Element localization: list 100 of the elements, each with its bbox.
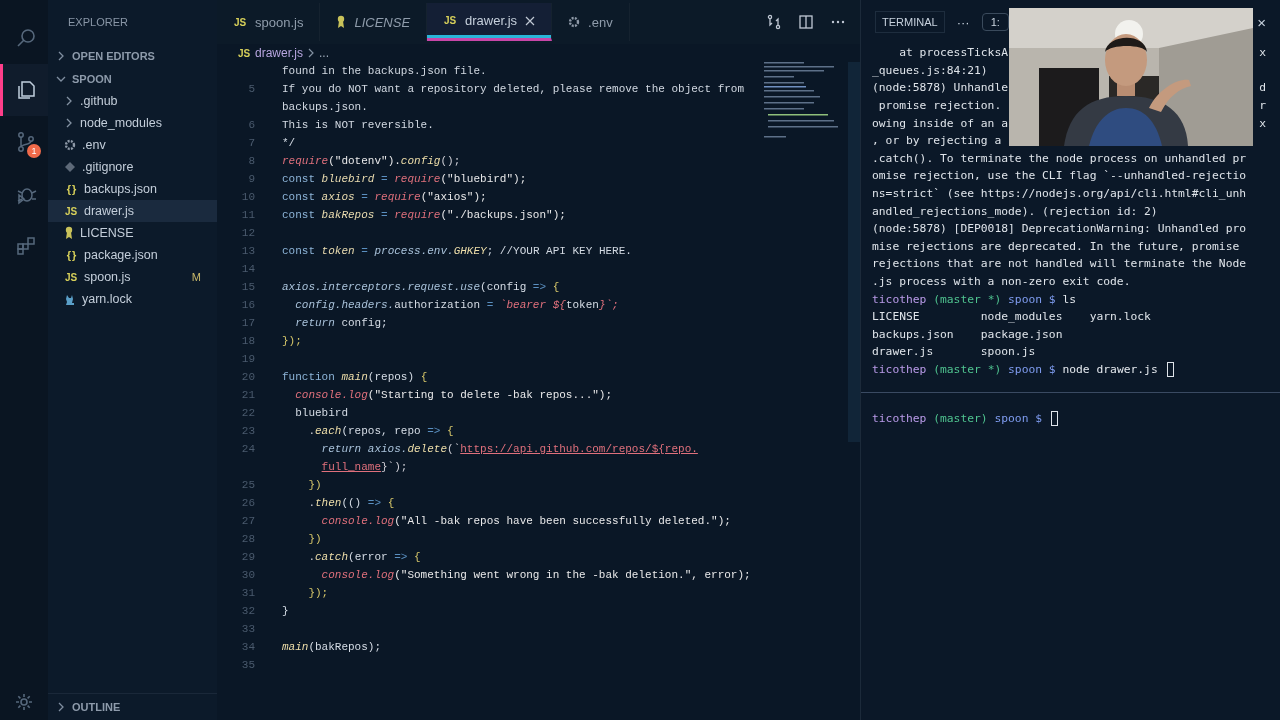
code-line: const axios = require("axios");: [282, 191, 487, 203]
line-number: 25: [241, 479, 255, 491]
line-number: 29: [241, 551, 255, 563]
code-line: If you do NOT want a repository deleted, please remove the object from: [282, 83, 745, 95]
terminal-line: r: [1259, 99, 1266, 113]
line-number: 19: [241, 353, 255, 365]
line-number: 10: [241, 191, 255, 203]
editor-tab[interactable]: JS spoon.js: [217, 3, 321, 41]
code-line: }: [282, 605, 289, 617]
line-number: 20: [241, 371, 255, 383]
line-number: 6: [248, 119, 255, 131]
line-number: 17: [241, 317, 255, 329]
terminal-line: LICENSE node_modules yarn.lock: [872, 310, 1151, 324]
terminal-line: promise rejection.: [877, 99, 1002, 113]
braces-icon: { }: [64, 183, 78, 195]
split-editor-icon[interactable]: [798, 14, 814, 30]
more-button[interactable]: ···: [956, 14, 970, 30]
line-number: 26: [241, 497, 255, 509]
gear-icon: [568, 16, 581, 28]
line-number: 27: [241, 515, 255, 527]
section-header[interactable]: OPEN EDITORS: [48, 44, 217, 67]
scrollbar[interactable]: [848, 62, 860, 442]
line-number: 24: [241, 443, 255, 455]
file-item[interactable]: { } package.json: [48, 244, 217, 266]
file-item[interactable]: .gitignore: [48, 156, 217, 178]
file-item[interactable]: JS drawer.js: [48, 200, 217, 222]
code-line: This is NOT reversible.: [282, 119, 434, 131]
js-icon: JS: [64, 205, 78, 217]
code-line: main(bakRepos);: [282, 641, 382, 653]
close-icon[interactable]: [525, 15, 536, 26]
terminal-line: d: [1259, 81, 1266, 95]
line-number: 15: [241, 281, 255, 293]
line-number: 28: [241, 533, 255, 545]
line-number: 23: [241, 425, 255, 437]
file-item[interactable]: yarn.lock: [48, 288, 217, 310]
code-line: .catch(error => {: [307, 551, 421, 563]
breadcrumb-item[interactable]: drawer.js: [255, 46, 304, 60]
ribbon-icon: [336, 15, 347, 29]
line-number: 33: [241, 623, 255, 635]
code-line: return axios.delete(`https://api.github.com/repos/${repo.: [320, 443, 698, 455]
line-number: 14: [241, 263, 255, 275]
terminal-line: .catch(). To terminate the node process on unhandled pr: [872, 151, 1247, 165]
editor-tab[interactable]: JS drawer.js: [427, 3, 553, 41]
chevron-icon: [64, 118, 74, 128]
code-line: console.log("Starting to delete -bak repos...");: [294, 389, 613, 401]
code-line: found in the backups.json file.: [282, 65, 487, 77]
line-number: 18: [241, 335, 255, 347]
sidebar-title: EXPLORER: [67, 15, 129, 30]
chevron-icon: [64, 96, 74, 106]
editor-tab[interactable]: .env: [552, 3, 630, 41]
file-item[interactable]: .github: [48, 90, 217, 112]
file-item[interactable]: .env: [48, 134, 217, 156]
line-number: 32: [241, 605, 255, 617]
settings-icon[interactable]: [14, 692, 34, 712]
ribbon-icon: [64, 226, 74, 240]
file-item[interactable]: JS spoon.js M: [48, 266, 217, 288]
terminal-line: andled_rejections_mode). (rejection id: 2): [872, 204, 1158, 218]
terminal-line: at processTicksA: [898, 46, 1009, 60]
code-line: });: [282, 335, 302, 347]
terminal-line: omise rejection, use the CLI flag `--unhandled-rejectio: [872, 169, 1247, 183]
line-number: 34: [241, 641, 255, 653]
chevron-icon: [307, 48, 316, 58]
code-line: const bluebird = require("bluebird");: [282, 173, 527, 185]
file-item[interactable]: node_modules: [48, 112, 217, 134]
line-number: 9: [248, 173, 255, 185]
code-line: .each(repos, repo => {: [307, 425, 454, 437]
modified-status: M: [191, 271, 202, 283]
code-line: console.log("All -bak repos have been successfully deleted.");: [320, 515, 731, 527]
code-line: const token = process.env.GHKEY; //YOUR API KEY HERE.: [282, 245, 632, 257]
terminal-line: x: [1259, 46, 1266, 60]
activity-item[interactable]: [0, 64, 48, 116]
prompt-line: ticothep (master *) spoon $ node drawer.js: [872, 363, 1159, 376]
terminal-line: rejections that are not handled will terminate the Node: [872, 257, 1247, 271]
line-number: 35: [241, 659, 255, 671]
chevron-icon: [56, 702, 66, 712]
terminal-selector[interactable]: 1:: [981, 13, 1009, 31]
extensions-icon: [14, 235, 37, 257]
js-icon: JS: [443, 15, 458, 26]
code-line: full_name}`);: [320, 461, 408, 473]
notification-badge: 1: [27, 144, 41, 158]
js-icon: JS: [64, 271, 78, 283]
section-header[interactable]: SPOON: [48, 67, 217, 90]
code-line: }): [307, 533, 322, 545]
line-number: 11: [241, 209, 255, 221]
compare-icon[interactable]: [766, 14, 782, 30]
line-number: 22: [241, 407, 255, 419]
terminal-line: , or by rejecting a: [872, 134, 1002, 148]
line-number: 16: [241, 299, 255, 311]
code-line: }): [307, 479, 322, 491]
panel-tab[interactable]: TERMINAL: [875, 11, 945, 33]
file-item[interactable]: LICENSE: [48, 222, 217, 244]
code-line: });: [307, 587, 329, 599]
file-item[interactable]: { } backups.json: [48, 178, 217, 200]
line-number: 30: [241, 569, 255, 581]
breadcrumb-item[interactable]: ...: [319, 46, 330, 60]
code-line: axios.interceptors.request.use(config => {: [282, 281, 560, 293]
minimap-drawing[interactable]: [764, 62, 840, 138]
close-button[interactable]: ×: [1257, 13, 1266, 31]
line-number: 12: [241, 227, 255, 239]
diamond-icon: [64, 161, 76, 173]
